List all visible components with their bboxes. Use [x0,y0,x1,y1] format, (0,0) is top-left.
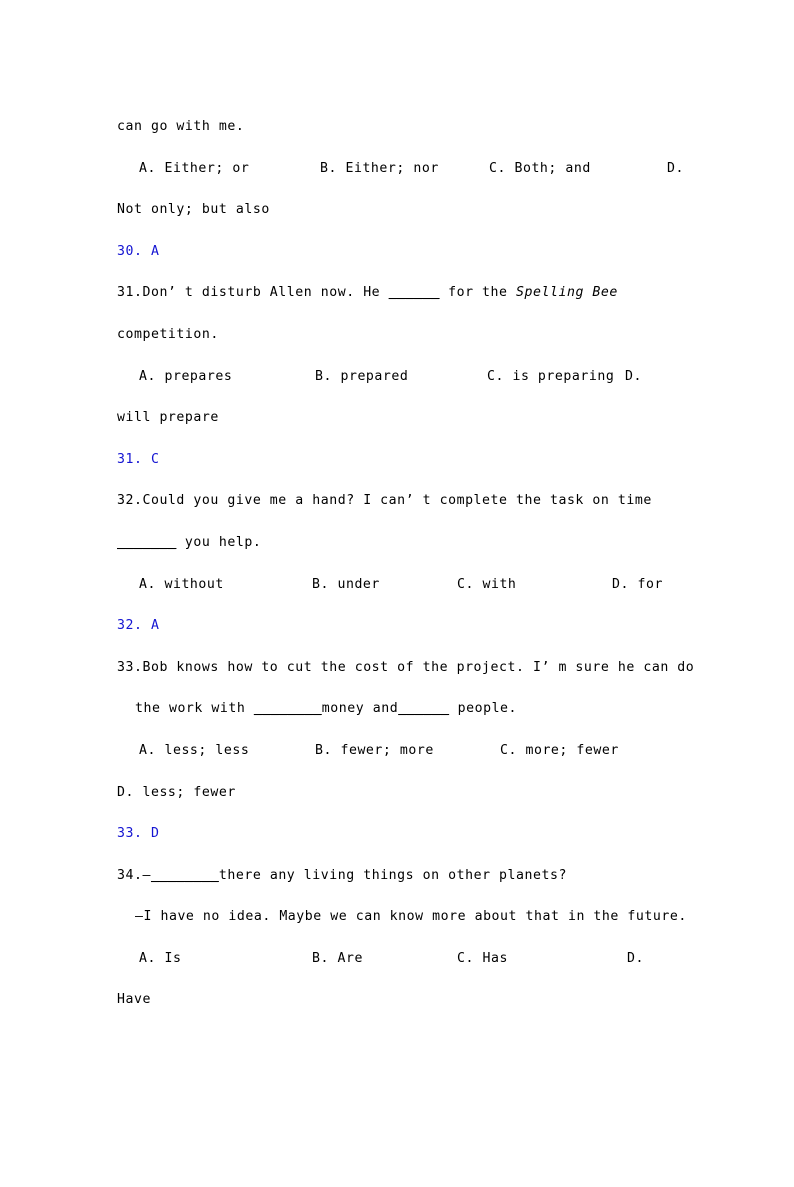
q33-blank-1[interactable]: ________ [254,701,322,716]
q34-option-d-wrap: Have [117,992,151,1008]
q32-options-row: A. without B. under C. with D. for [117,564,677,606]
q34-stem-line2: —I have no idea. Maybe we can know more … [135,909,687,925]
q31-option-d-wrap: will prepare [117,410,219,426]
q30-answer-key: 30. A [117,243,160,259]
q33-option-a[interactable]: A. less; less [139,730,249,772]
worksheet-body: can go with me. A. Either; or B. Either;… [117,106,695,1021]
q30-option-c[interactable]: C. Both; and [489,148,591,190]
q32-option-b[interactable]: B. under [312,564,380,606]
q31-answer-key: 31. C [117,451,160,467]
q33-answer-key: 33. D [117,826,160,842]
q31-blank[interactable]: ______ [389,285,440,300]
q32-stem-line1: 32.Could you give me a hand? I can’ t co… [117,493,652,509]
document-page: can go with me. A. Either; or B. Either;… [0,0,794,1123]
q33-option-b[interactable]: B. fewer; more [315,730,434,772]
q32-stem-text-b: you help. [176,534,262,550]
q32-stem-line2: _______ you help. [117,522,677,564]
q33-blank-2[interactable]: ______ [398,701,449,716]
q34-stem-text-a2: there any living things on other planets… [218,867,567,883]
q32-option-a[interactable]: A. without [139,564,224,606]
q33-stem-line1: 33.Bob knows how to cut the cost of the … [117,659,695,675]
q31-option-d[interactable]: D. [625,356,642,398]
q30-options-row: A. Either; or B. Either; nor C. Both; an… [117,148,683,190]
q31-option-b[interactable]: B. prepared [315,356,408,398]
q34-option-c[interactable]: C. Has [457,938,508,980]
q31-stem-text-b: for the [439,285,517,301]
q33-stem-line2: the work with ________money and______ pe… [117,688,677,730]
q33-option-d-wrap[interactable]: D. less; fewer [117,772,677,814]
q32-option-d[interactable]: D. for [612,564,663,606]
q34-option-a[interactable]: A. Is [139,938,181,980]
q34-option-b[interactable]: B. Are [312,938,363,980]
q30-stem-continuation: can go with me. [117,119,245,134]
q31-option-a[interactable]: A. prepares [139,356,232,398]
q30-option-b[interactable]: B. Either; nor [320,148,439,190]
q30-option-d[interactable]: D. [667,148,684,190]
q34-stem-line1: 34.—________there any living things on o… [117,855,677,897]
q32-option-c[interactable]: C. with [457,564,516,606]
q33-option-c[interactable]: C. more; fewer [500,730,619,772]
q31-stem-line2: competition. [117,326,219,342]
q31-italic-title: Spelling Bee [516,285,618,301]
q32-answer-key: 32. A [117,618,160,634]
q30-option-d-wrap: Not only; but also [117,202,270,218]
q31-option-c[interactable]: C. is preparing [487,356,614,398]
q33-options-row: A. less; less B. fewer; more C. more; fe… [117,730,677,772]
q31-options-row: A. prepares B. prepared C. is preparing … [117,356,677,398]
q33-stem-text-b2: money and [321,701,399,717]
q31-stem-line1: 31.Don’ t disturb Allen now. He ______ f… [117,272,677,314]
q34-options-row: A. Is B. Are C. Has D. [117,938,677,980]
q33-stem-text-b3: people. [449,701,518,717]
q30-option-a[interactable]: A. Either; or [139,148,249,190]
q34-option-d[interactable]: D. [627,938,644,980]
